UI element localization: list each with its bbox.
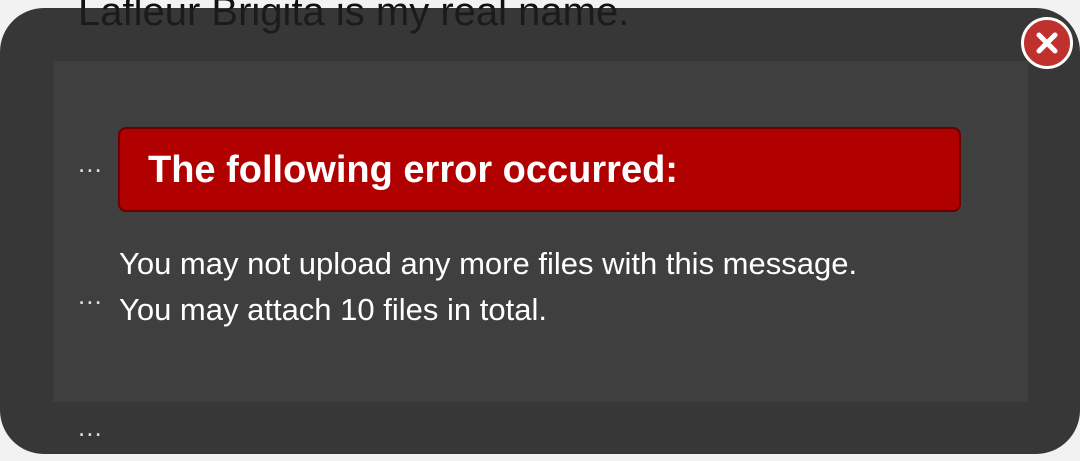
error-message-line: You may not upload any more files with t…	[119, 246, 858, 281]
error-banner: The following error occurred:	[118, 127, 961, 212]
error-dialog	[53, 61, 1028, 402]
error-message-line: You may attach 10 files in total.	[119, 292, 547, 327]
ellipsis-marker: ...	[78, 412, 103, 442]
close-button[interactable]	[1021, 17, 1073, 69]
error-title: The following error occurred:	[148, 149, 678, 191]
page: Lafleur Brigita is my real name. ... ...…	[0, 0, 1080, 461]
close-icon	[1036, 32, 1058, 54]
ellipsis-marker: ...	[78, 280, 103, 310]
ellipsis-marker: ...	[78, 148, 103, 178]
